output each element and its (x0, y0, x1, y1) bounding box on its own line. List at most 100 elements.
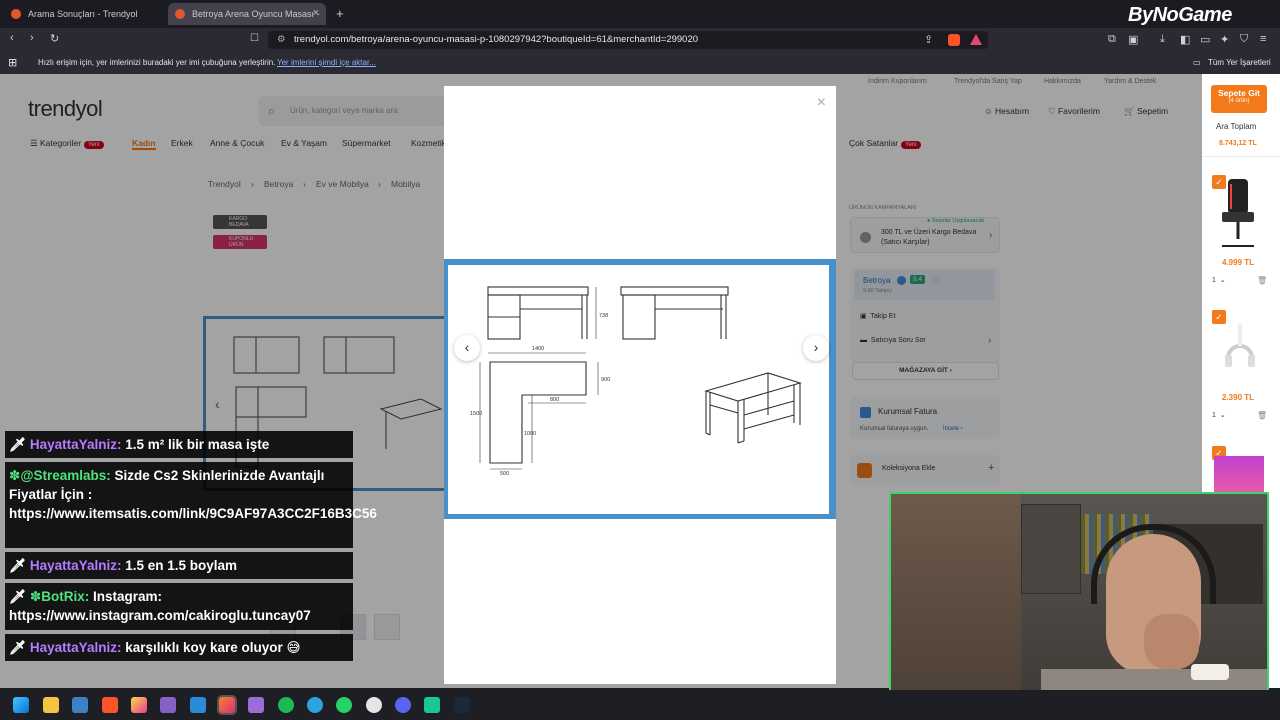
sword-icon: 🗡 (9, 558, 27, 573)
share-icon[interactable]: ⇪ (924, 33, 933, 46)
menu-icon[interactable]: ≡ (1260, 33, 1266, 45)
reload-icon[interactable]: ↻ (50, 32, 59, 45)
music-icon[interactable] (366, 697, 382, 713)
visual-studio-icon[interactable] (160, 697, 176, 713)
subtotal-label: Ara Toplam (1216, 122, 1257, 131)
chat-username: BotRix: (41, 589, 90, 604)
app-icon[interactable] (424, 697, 440, 713)
chat-username: HayattaYalniz: (29, 558, 122, 573)
cart-item-price: 4.999 TL (1222, 258, 1255, 267)
sword-icon: 🗡 (9, 437, 27, 452)
brave-shield-icon[interactable] (948, 34, 960, 46)
cart-count-label: (4 ürün) (1228, 98, 1250, 104)
go-to-cart-label: Sepete Git (1217, 88, 1261, 98)
bot-icon: ✽ (29, 589, 42, 604)
forward-icon[interactable]: › (30, 32, 34, 44)
dim-label-leg: 500 (500, 471, 509, 477)
windows-taskbar (0, 690, 1280, 720)
cart-item-image-lamp[interactable] (1214, 456, 1264, 492)
close-tab-icon[interactable]: × (313, 7, 319, 19)
url-text: trendyol.com/betroya/arena-oyuncu-masasi… (294, 34, 699, 45)
brave-icon[interactable] (102, 697, 118, 713)
webcam-overlay (889, 492, 1269, 713)
photos-icon[interactable] (72, 697, 88, 713)
rewards-icon[interactable] (970, 34, 982, 45)
instagram-icon[interactable] (217, 695, 237, 715)
bookmark-icon[interactable]: ☐ (250, 33, 259, 44)
zoomed-product-image[interactable]: 1400 738 900 800 1500 1000 500 ‹ › (448, 265, 829, 514)
watch (1191, 664, 1229, 680)
apps-grid-icon[interactable]: ⊞ (8, 52, 17, 74)
all-bookmarks-label[interactable]: Tüm Yer İşaretleri (1208, 52, 1271, 74)
zoomed-image-frame: 1400 738 900 800 1500 1000 500 ‹ › (444, 259, 836, 519)
headset-icon (1225, 324, 1255, 367)
dim-label-side: 1500 (470, 411, 482, 417)
dim-label-width: 1400 (532, 346, 544, 352)
cart-item-price: 2.390 TL (1222, 393, 1255, 402)
chat-username: HayattaYalniz: (29, 640, 122, 655)
tab-product[interactable]: Betroya Arena Oyuncu Masası - × (168, 3, 326, 25)
reader-icon[interactable]: ▣ (1128, 33, 1138, 46)
trash-icon[interactable]: 🗑 (1257, 276, 1267, 285)
go-to-cart-button[interactable]: Sepete Git (4 ürün) (1211, 85, 1267, 113)
chat-message: 🗡 HayattaYalniz: karşılıklı koy kare olu… (5, 634, 353, 661)
paint-icon[interactable] (131, 697, 147, 713)
vscode-icon[interactable] (190, 697, 206, 713)
trendyol-favicon-icon (175, 9, 185, 19)
sword-icon: 🗡 (9, 640, 27, 655)
dim-label-inner: 800 (550, 397, 559, 403)
qty-value: 1 (1212, 412, 1216, 419)
qty-select[interactable]: 1 ⌄ (1212, 411, 1238, 423)
cart-item-image-chair[interactable] (1210, 174, 1265, 254)
site-info-icon[interactable]: ⚙ (277, 31, 286, 49)
chat-text: karşılıklı koy kare oluyor 😅 (125, 640, 301, 655)
qty-select[interactable]: 1 ⌄ (1212, 276, 1238, 288)
chat-message: 🗡 HayattaYalniz: 1.5 en 1.5 boylam (5, 552, 353, 579)
dim-label-side2: 1000 (524, 431, 536, 437)
watermark-logo: ByNoGame (1128, 4, 1232, 26)
prev-image-button[interactable]: ‹ (454, 335, 480, 361)
close-icon[interactable]: × (817, 94, 826, 112)
vpn-icon[interactable]: ⛉ (1240, 33, 1248, 46)
tab-search-results[interactable]: Arama Sonuçları - Trendyol (4, 3, 164, 25)
folder-icon: ▭ (1193, 58, 1201, 67)
wallet-icon[interactable]: ▭ (1200, 33, 1210, 46)
bookshelf (1021, 504, 1081, 594)
chat-text: 1.5 m² lik bir masa işte (125, 437, 270, 452)
trash-icon[interactable]: 🗑 (1257, 411, 1267, 420)
file-explorer-icon[interactable] (43, 697, 59, 713)
bot-icon: ✽ (9, 468, 21, 483)
sidebar-icon[interactable]: ◧ (1180, 33, 1190, 46)
steam-icon[interactable] (454, 697, 470, 713)
discord-icon[interactable] (395, 697, 411, 713)
import-bookmarks-link[interactable]: Yer imlerini şimdi içe aktar... (277, 52, 376, 74)
back-icon[interactable]: ‹ (10, 32, 14, 44)
cart-item-image-headset[interactable] (1210, 310, 1265, 386)
whatsapp-icon[interactable] (336, 697, 352, 713)
image-zoom-modal: × 1400 738 900 800 1500 1000 500 ‹ › (444, 86, 836, 684)
door-background (891, 494, 1021, 711)
chat-text: 1.5 en 1.5 boylam (125, 558, 238, 573)
trendyol-favicon-icon (11, 9, 21, 19)
spotify-icon[interactable] (278, 697, 294, 713)
download-icon[interactable]: ⤓ (1160, 33, 1165, 46)
next-image-button[interactable]: › (803, 335, 829, 361)
chat-message: ✽@Streamlabs: Sizde Cs2 Skinlerinizde Av… (5, 462, 377, 548)
bookmarks-hint: Hızlı erişim için, yer imlerinizi burada… (38, 58, 276, 67)
url-field[interactable]: ⚙ trendyol.com/betroya/arena-oyuncu-masa… (268, 31, 988, 49)
telegram-icon[interactable] (307, 697, 323, 713)
sword-icon: 🗡 (9, 589, 27, 604)
tab-title: Arama Sonuçları - Trendyol (28, 9, 138, 19)
feather-icon[interactable] (248, 697, 264, 713)
start-icon[interactable] (13, 697, 29, 713)
chat-message: 🗡 HayattaYalniz: 1.5 m² lik bir masa işt… (5, 431, 353, 458)
chat-message: 🗡 ✽BotRix: Instagram: https://www.instag… (5, 583, 353, 630)
desk-technical-drawing-icon: 1400 738 900 800 1500 1000 500 (470, 286, 802, 477)
qty-value: 1 (1212, 277, 1216, 284)
new-tab-icon[interactable]: + (336, 6, 344, 21)
chat-username: HayattaYalniz: (29, 437, 122, 452)
bookmarks-bar: ⊞ Hızlı erişim için, yer imlerinizi bura… (0, 52, 1280, 74)
leo-icon[interactable]: ✦ (1220, 33, 1229, 46)
extensions-icon[interactable]: ⧉ (1108, 33, 1116, 46)
tab-title: Betroya Arena Oyuncu Masası - (192, 9, 320, 19)
